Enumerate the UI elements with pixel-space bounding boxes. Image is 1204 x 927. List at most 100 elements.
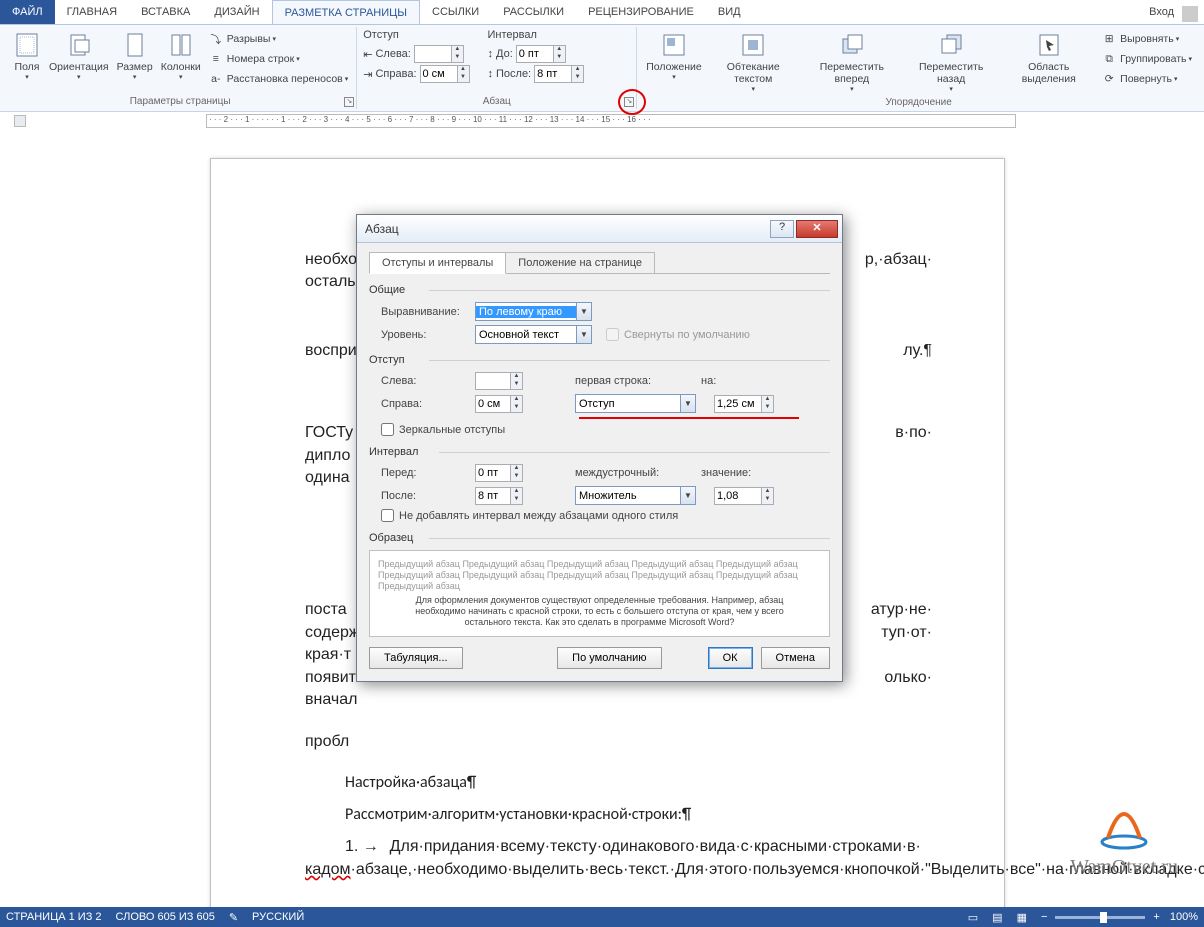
sample-section-label: Образец bbox=[369, 532, 830, 544]
breaks-button[interactable]: ⤵Разрывы▾ bbox=[206, 29, 350, 49]
forward-icon bbox=[838, 31, 866, 59]
breaks-icon: ⤵ bbox=[208, 31, 224, 47]
ok-button[interactable]: ОК bbox=[708, 647, 753, 669]
send-backward-button[interactable]: Переместить назад▾ bbox=[904, 29, 998, 95]
tab-insert[interactable]: ВСТАВКА bbox=[129, 0, 202, 24]
by-label: на: bbox=[701, 375, 741, 387]
by-spin[interactable]: ▲▼ bbox=[714, 395, 774, 413]
first-line-combo[interactable]: ▼ bbox=[575, 394, 696, 413]
tab-design[interactable]: ДИЗАЙН bbox=[202, 0, 271, 24]
columns-button[interactable]: Колонки▾ bbox=[158, 29, 204, 94]
horizontal-ruler[interactable]: · · · 2 · · · 1 · · · · · · 1 · · · 2 · … bbox=[206, 114, 1016, 128]
mirror-checkbox[interactable]: Зеркальные отступы bbox=[381, 423, 505, 436]
default-button[interactable]: По умолчанию bbox=[557, 647, 661, 669]
wrap-icon bbox=[739, 31, 767, 59]
view-web-icon[interactable]: ▦ bbox=[1017, 911, 1027, 924]
position-icon bbox=[660, 31, 688, 59]
dialog-tab-indents[interactable]: Отступы и интервалы bbox=[369, 252, 506, 274]
cancel-button[interactable]: Отмена bbox=[761, 647, 830, 669]
orientation-button[interactable]: Ориентация▾ bbox=[46, 29, 112, 94]
zoom-slider[interactable] bbox=[1055, 916, 1145, 919]
dialog-titlebar[interactable]: Абзац ? ✕ bbox=[357, 215, 842, 243]
ribbon: Поля▾ Ориентация▾ Размер▾ Колонки▾ ⤵Разр… bbox=[0, 24, 1204, 112]
page-setup-launcher[interactable]: ↘ bbox=[344, 97, 354, 107]
group-icon: ⧉ bbox=[1101, 51, 1117, 67]
login-link[interactable]: Вход bbox=[1141, 6, 1182, 18]
zoom-out-button[interactable]: − bbox=[1041, 911, 1047, 923]
tab-page-layout[interactable]: РАЗМЕТКА СТРАНИЦЫ bbox=[272, 0, 420, 24]
spacing-before-icon: ↕ bbox=[488, 48, 494, 60]
line-spacing-label: междустрочный: bbox=[575, 467, 695, 479]
margins-icon bbox=[13, 31, 41, 59]
dialog-tab-position[interactable]: Положение на странице bbox=[506, 252, 655, 274]
indent-left-input[interactable]: ▲▼ bbox=[414, 45, 464, 63]
collapsed-checkbox: Свернуты по умолчанию bbox=[606, 328, 750, 341]
spacing-before-input[interactable]: ▲▼ bbox=[516, 45, 566, 63]
before-label: Перед: bbox=[381, 467, 469, 479]
before-spin[interactable]: ▲▼ bbox=[475, 464, 523, 482]
alignment-label: Выравнивание: bbox=[381, 306, 469, 318]
rotate-button[interactable]: ⟳Повернуть▾ bbox=[1099, 69, 1194, 89]
first-line-label: первая строка: bbox=[575, 375, 695, 387]
tab-file[interactable]: ФАЙЛ bbox=[0, 0, 55, 24]
watermark: WamOtvet.ru bbox=[1070, 796, 1178, 879]
line-numbers-button[interactable]: ≡Номера строк▾ bbox=[206, 49, 350, 69]
level-label: Уровень: bbox=[381, 329, 469, 341]
dialog-close-button[interactable]: ✕ bbox=[796, 220, 838, 238]
size-button[interactable]: Размер▾ bbox=[114, 29, 156, 94]
zoom-level[interactable]: 100% bbox=[1170, 911, 1198, 923]
columns-icon bbox=[167, 31, 195, 59]
after-label: После: bbox=[381, 490, 469, 502]
after-spin[interactable]: ▲▼ bbox=[475, 487, 523, 505]
dialog-help-button[interactable]: ? bbox=[770, 220, 794, 238]
indent-left-spin[interactable]: ▲▼ bbox=[475, 372, 523, 390]
zoom-in-button[interactable]: + bbox=[1153, 911, 1159, 923]
view-print-icon[interactable]: ▤ bbox=[992, 911, 1002, 924]
wrap-text-button[interactable]: Обтекание текстом▾ bbox=[707, 29, 800, 95]
indent-right-label: Справа: bbox=[381, 398, 469, 410]
level-combo[interactable]: ▼ bbox=[475, 325, 592, 344]
paragraph-group-label: Абзац bbox=[363, 94, 630, 107]
sample-preview: Предыдущий абзац Предыдущий абзац Предыд… bbox=[369, 550, 830, 637]
no-space-checkbox[interactable]: Не добавлять интервал между абзацами одн… bbox=[381, 509, 678, 522]
user-icon[interactable] bbox=[1182, 6, 1198, 22]
align-button[interactable]: ⊞Выровнять▾ bbox=[1099, 29, 1194, 49]
rotate-icon: ⟳ bbox=[1101, 71, 1117, 87]
status-page[interactable]: СТРАНИЦА 1 ИЗ 2 bbox=[6, 911, 102, 923]
group-button[interactable]: ⧉Группировать▾ bbox=[1099, 49, 1194, 69]
status-proofing-icon[interactable]: ✎ bbox=[229, 911, 238, 924]
alignment-combo[interactable]: ▼ bbox=[475, 302, 592, 321]
view-read-icon[interactable]: ▭ bbox=[968, 911, 978, 924]
doc-heading: Настройка·абзаца¶ bbox=[305, 772, 932, 794]
indent-left-label: Слева: bbox=[381, 375, 469, 387]
status-words[interactable]: СЛОВО 605 ИЗ 605 bbox=[116, 911, 215, 923]
position-button[interactable]: Положение▾ bbox=[643, 29, 705, 95]
hyphenation-button[interactable]: a-Расстановка переносов▾ bbox=[206, 69, 350, 89]
indent-right-spin[interactable]: ▲▼ bbox=[475, 395, 523, 413]
bring-forward-button[interactable]: Переместить вперед▾ bbox=[802, 29, 902, 95]
indent-right-input[interactable]: ▲▼ bbox=[420, 65, 470, 83]
tab-home[interactable]: ГЛАВНАЯ bbox=[55, 0, 129, 24]
hyphenation-icon: a- bbox=[208, 71, 224, 87]
tab-review[interactable]: РЕЦЕНЗИРОВАНИЕ bbox=[576, 0, 706, 24]
selection-pane-button[interactable]: Область выделения bbox=[1000, 29, 1097, 95]
paragraph-launcher[interactable]: ↘ bbox=[624, 97, 634, 107]
general-section-label: Общие bbox=[369, 284, 830, 296]
tab-view[interactable]: ВИД bbox=[706, 0, 753, 24]
orientation-icon bbox=[65, 31, 93, 59]
margins-button[interactable]: Поля▾ bbox=[10, 29, 44, 94]
line-numbers-icon: ≡ bbox=[208, 51, 224, 67]
tab-references[interactable]: ССЫЛКИ bbox=[420, 0, 491, 24]
spacing-after-input[interactable]: ▲▼ bbox=[534, 65, 584, 83]
tab-mailings[interactable]: РАССЫЛКИ bbox=[491, 0, 576, 24]
arrange-group-label: Упорядочение bbox=[643, 95, 1194, 108]
highlight-underline bbox=[579, 417, 799, 419]
at-spin[interactable]: ▲▼ bbox=[714, 487, 774, 505]
line-spacing-combo[interactable]: ▼ bbox=[575, 486, 696, 505]
ruler-corner bbox=[14, 115, 26, 127]
status-language[interactable]: РУССКИЙ bbox=[252, 911, 304, 923]
indent-left-icon: ⇤ bbox=[363, 48, 372, 61]
paragraph-dialog: Абзац ? ✕ Отступы и интервалы Положение … bbox=[356, 214, 843, 682]
indent-heading: Отступ bbox=[363, 29, 469, 41]
tabs-button[interactable]: Табуляция... bbox=[369, 647, 463, 669]
